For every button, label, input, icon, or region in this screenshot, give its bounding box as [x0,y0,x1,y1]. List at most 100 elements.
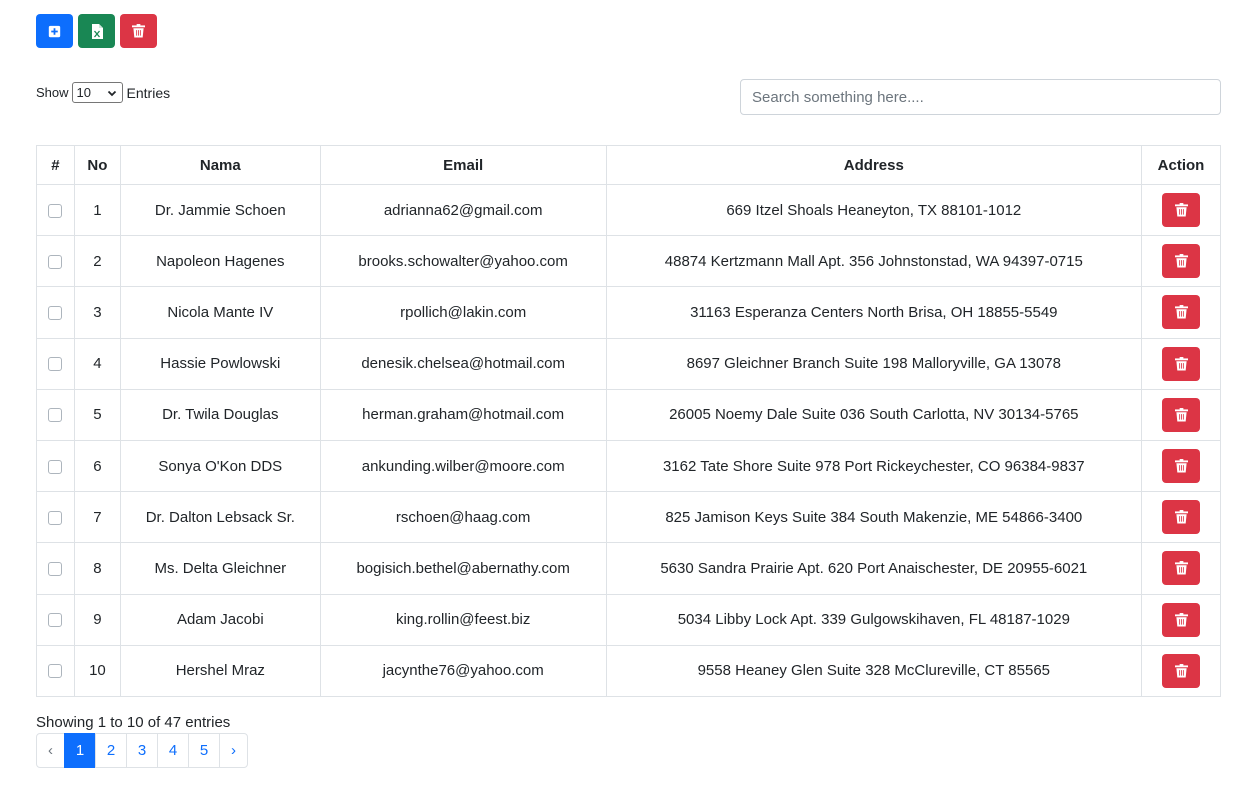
row-checkbox[interactable] [48,613,63,628]
row-nama: Hassie Powlowski [119,337,321,390]
plus-square-icon [48,25,61,37]
trash-icon [1174,407,1188,422]
table-row: 4 Hassie Powlowski denesik.chelsea@hotmail… [36,337,1221,390]
row-select-cell [36,439,75,493]
row-email: ankunding.wilber@moore.com [319,439,607,493]
row-email: adrianna62@gmail.com [319,183,607,237]
row-email: denesik.chelsea@hotmail.com [319,337,607,390]
trash-icon [1174,254,1188,268]
delete-row-button[interactable] [1162,551,1200,586]
row-nama: Dr. Jammie Schoen [119,183,321,237]
table-info: Showing 1 to 10 of 47 entries [36,714,231,731]
row-email: rschoen@haag.com [319,491,607,544]
delete-row-button[interactable] [1162,602,1200,637]
column-header-address: Address [605,145,1143,185]
pagination-page-1[interactable]: 1 [64,733,96,768]
row-email: brooks.schowalter@yahoo.com [319,235,607,288]
row-no: 3 [73,286,121,339]
row-checkbox[interactable] [48,357,63,372]
table-header-row: # No Nama Email Address Action [36,145,1221,185]
row-select-cell [36,491,75,544]
bulk-delete-button[interactable] [120,14,157,48]
row-address: 669 Itzel Shoals Heaneyton, TX 88101-101… [605,183,1143,237]
row-address: 5630 Sandra Prairie Apt. 620 Port Anaisc… [605,542,1143,595]
pagination-page-4[interactable]: 4 [157,733,189,768]
column-header-no: No [73,145,121,185]
trash-icon [132,24,145,38]
pagination-page-3[interactable]: 3 [126,733,158,768]
row-checkbox[interactable] [48,203,63,218]
delete-row-button[interactable] [1162,449,1200,484]
row-action-cell [1141,388,1221,441]
row-action-cell [1141,235,1221,288]
table-row: 5 Dr. Twila Douglas herman.graham@hotmail.… [36,388,1221,441]
column-header-action: Action [1141,145,1221,185]
row-nama: Hershel Mraz [119,644,321,697]
chevron-down-icon [107,90,116,96]
export-excel-button[interactable] [78,14,115,48]
row-no: 10 [73,644,121,697]
row-no: 4 [73,337,121,390]
row-action-cell [1141,439,1221,493]
table-row: 10 Hershel Mraz jacynthe76@yahoo.com 9558 H… [36,644,1221,697]
delete-row-button[interactable] [1162,295,1200,330]
row-action-cell [1141,593,1221,646]
pagination-page-5[interactable]: 5 [188,733,220,768]
column-header-select: # [36,145,75,185]
row-address: 9558 Heaney Glen Suite 328 McClureville,… [605,644,1143,697]
table-row: 3 Nicola Mante IV rpollich@lakin.com 31163 … [36,286,1221,339]
column-header-nama: Nama [119,145,321,185]
delete-row-button[interactable] [1162,397,1200,432]
add-button[interactable] [36,14,73,48]
row-nama: Sonya O'Kon DDS [119,439,321,493]
entries-label: Entries [126,84,171,101]
row-select-cell [36,286,75,339]
table-row: 6 Sonya O'Kon DDS ankunding.wilber@moore.c… [36,439,1221,493]
search-input[interactable] [740,79,1221,115]
row-checkbox[interactable] [48,561,63,576]
row-email: king.rollin@feest.biz [319,593,607,646]
row-email: jacynthe76@yahoo.com [319,644,607,697]
trash-icon [1174,203,1188,217]
row-checkbox[interactable] [48,459,63,474]
row-address: 8697 Gleichner Branch Suite 198 Malloryv… [605,337,1143,390]
row-checkbox[interactable] [48,306,63,320]
table-row: 8 Ms. Delta Gleichner bogisich.bethel@aber… [36,542,1221,595]
excel-file-icon [91,23,103,39]
row-address: 825 Jamison Keys Suite 384 South Makenzi… [605,491,1143,544]
pagination-next[interactable]: › [219,733,248,768]
row-address: 31163 Esperanza Centers North Brisa, OH … [605,286,1143,339]
toolbar [36,14,157,48]
row-address: 48874 Kertzmann Mall Apt. 356 Johnstonst… [605,235,1143,288]
row-no: 6 [73,439,121,493]
row-no: 7 [73,491,121,544]
row-checkbox[interactable] [48,408,63,423]
row-checkbox[interactable] [48,510,63,525]
row-nama: Dr. Dalton Lebsack Sr. [119,491,321,544]
row-select-cell [36,593,75,646]
row-checkbox[interactable] [48,254,63,269]
delete-row-button[interactable] [1162,244,1200,279]
row-action-cell [1141,542,1221,595]
trash-icon [1174,510,1188,524]
row-email: bogisich.bethel@abernathy.com [319,542,607,595]
trash-icon [1174,561,1188,575]
row-no: 5 [73,388,121,441]
trash-icon [1174,305,1188,319]
row-select-cell [36,388,75,441]
row-action-cell [1141,183,1221,237]
row-nama: Adam Jacobi [119,593,321,646]
delete-row-button[interactable] [1162,653,1200,688]
table-row: 9 Adam Jacobi king.rollin@feest.biz 5034 Li… [36,593,1221,646]
entries-length-control: Show 10 Entries [36,82,170,103]
delete-row-button[interactable] [1162,500,1200,535]
delete-row-button[interactable] [1162,346,1200,381]
row-no: 1 [73,183,121,237]
pagination-page-2[interactable]: 2 [95,733,127,768]
entries-select[interactable]: 10 [71,82,123,103]
delete-row-button[interactable] [1162,193,1200,228]
row-action-cell [1141,491,1221,544]
pagination-prev[interactable]: ‹ [36,733,65,768]
row-email: rpollich@lakin.com [319,286,607,339]
row-checkbox[interactable] [48,664,63,679]
